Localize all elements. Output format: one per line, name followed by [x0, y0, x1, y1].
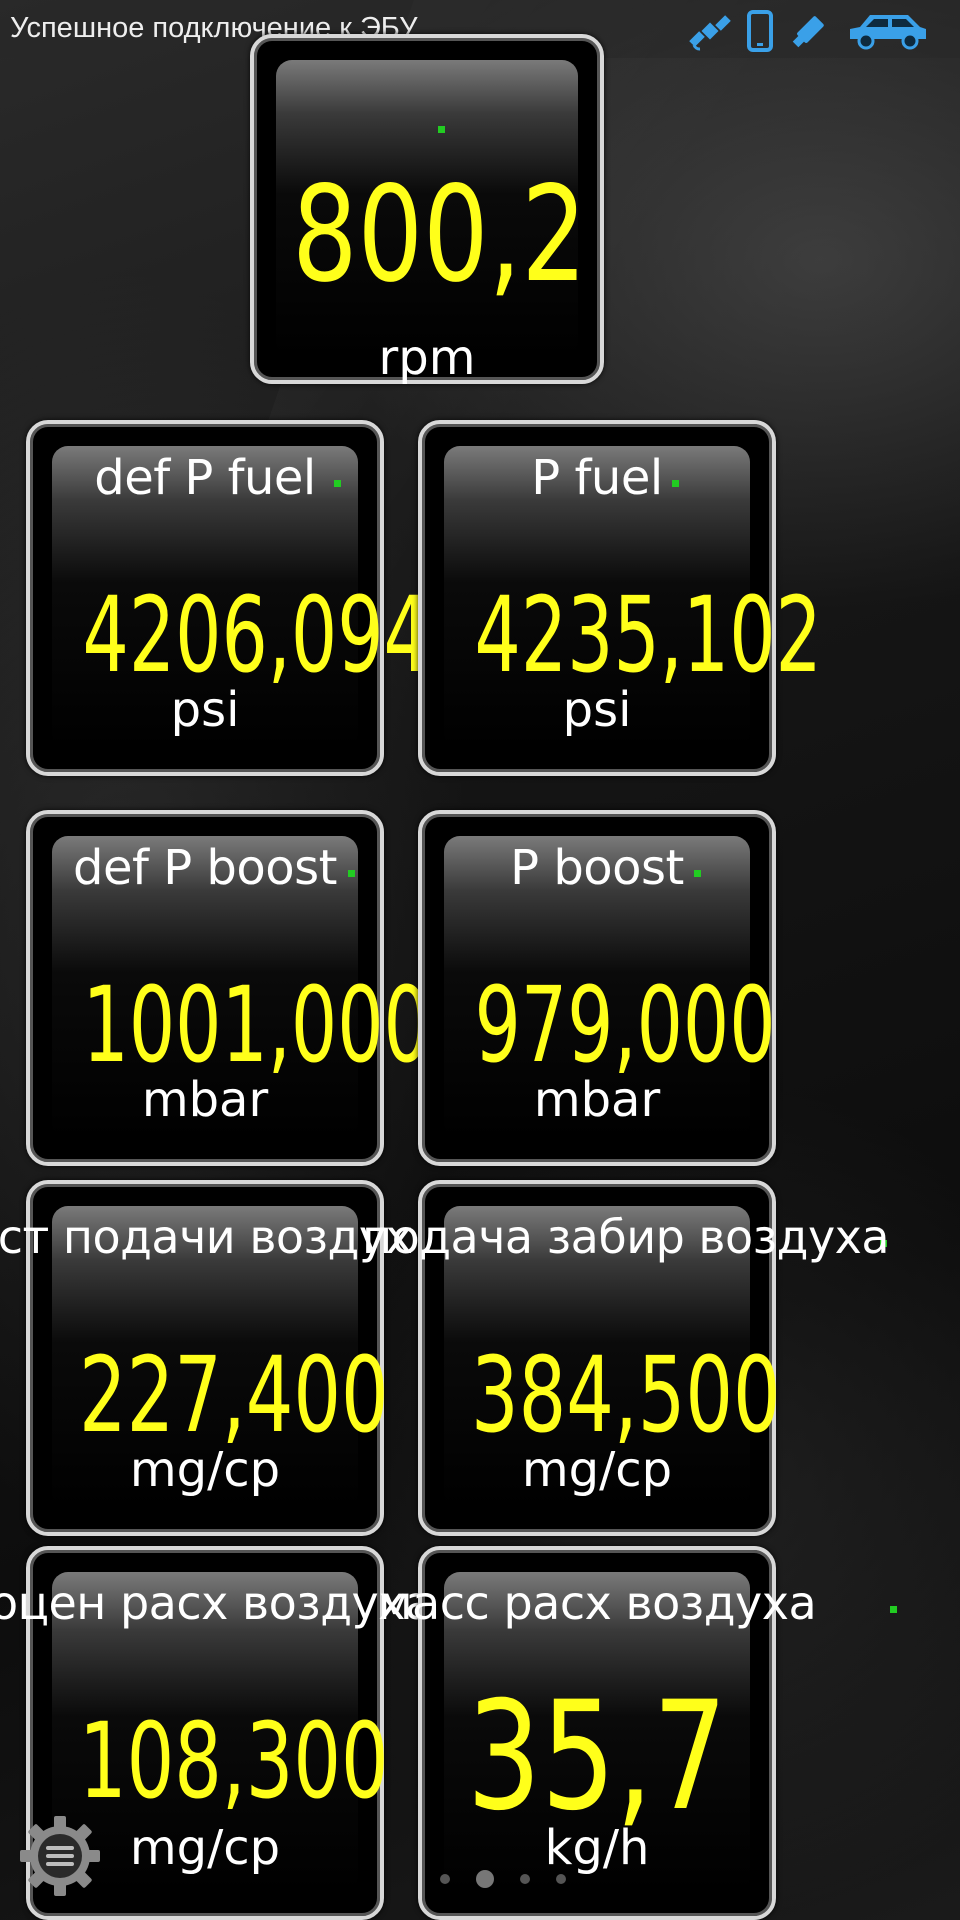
gauge-def-p-fuel[interactable]: def P fuel 4206,094 psi — [26, 420, 430, 776]
gauge-value: 384,500 — [471, 1334, 781, 1456]
gauge-p-boost[interactable]: P boost 979,000 mbar — [418, 810, 776, 1166]
gauge-rpm[interactable]: 800,2 rpm — [250, 34, 604, 386]
gauge-unit: psi — [562, 682, 632, 738]
gauge-label: оцен расх воздуха — [0, 1576, 433, 1630]
gauge-unit: mg/cp — [129, 1442, 281, 1498]
gauge-unit: mg/cp — [521, 1442, 673, 1498]
gauge-value: 108,300 — [78, 1700, 389, 1822]
gauge-unit: mbar — [141, 1072, 269, 1128]
gauge-air-supply[interactable]: ст подачи воздух 227,400 mg/cp — [0, 1180, 413, 1536]
page-dot[interactable] — [520, 1874, 530, 1884]
gauge-value: 4235,102 — [474, 574, 822, 696]
gauge-value: 4206,094 — [82, 574, 430, 696]
gauge-p-fuel[interactable]: P fuel 4235,102 psi — [418, 420, 822, 776]
gauge-unit: mbar — [533, 1072, 661, 1128]
car-icon[interactable] — [844, 11, 930, 51]
gauge-air-intake[interactable]: подача забир воздуха 384,500 mg/cp — [362, 1180, 890, 1536]
gauge-unit: psi — [170, 682, 240, 738]
gauge-value: 227,400 — [78, 1334, 389, 1456]
page-indicator — [440, 1870, 566, 1888]
gauge-label: масс расх воздуха — [377, 1576, 817, 1630]
gauge-value: 800,2 — [292, 158, 587, 312]
status-icons — [688, 10, 930, 52]
gauge-def-p-boost[interactable]: def P boost 1001,000 mbar — [26, 810, 430, 1166]
gauge-air-mass-flow[interactable]: масс расх воздуха 35,7 kg/h — [378, 1546, 897, 1920]
usb-stick-icon[interactable] — [788, 10, 830, 52]
gauge-label: подача забир воздуха — [362, 1210, 890, 1264]
phone-icon[interactable] — [746, 10, 774, 52]
gauge-label: ст подачи воздух — [0, 1210, 413, 1264]
settings-gear-icon[interactable] — [16, 1812, 104, 1900]
page-dot-active[interactable] — [476, 1870, 494, 1888]
indicator-dot — [890, 1606, 897, 1613]
satellite-icon[interactable] — [688, 11, 732, 51]
gauge-label: P boost — [510, 840, 684, 896]
gauge-unit: rpm — [378, 330, 476, 386]
gauge-unit: kg/h — [544, 1820, 650, 1876]
gauge-value: 979,000 — [474, 964, 776, 1086]
page-dot[interactable] — [440, 1874, 450, 1884]
gauge-value: 35,7 — [466, 1670, 728, 1844]
indicator-dot — [438, 126, 445, 133]
gauge-label: P fuel — [531, 450, 663, 506]
page-dot[interactable] — [556, 1874, 566, 1884]
gauge-value: 1001,000 — [82, 964, 430, 1086]
